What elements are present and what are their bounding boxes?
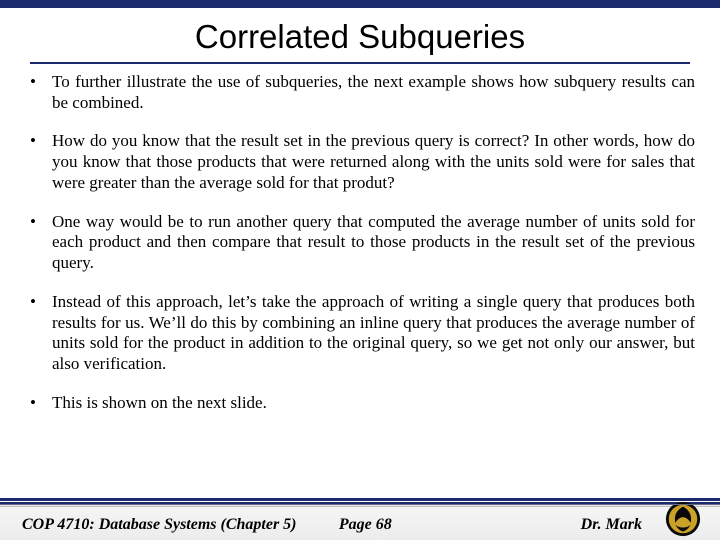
footer-course: COP 4710: Database Systems (Chapter 5) xyxy=(22,516,297,534)
bullet-text: To further illustrate the use of subquer… xyxy=(52,72,695,113)
bullet-item: • One way would be to run another query … xyxy=(30,212,695,274)
bullet-text: This is shown on the next slide. xyxy=(52,393,695,414)
bullet-item: • How do you know that the result set in… xyxy=(30,131,695,193)
bullet-item: • Instead of this approach, let’s take t… xyxy=(30,292,695,375)
title-underline xyxy=(30,62,690,64)
bullet-marker: • xyxy=(30,131,52,193)
footer-page: Page 68 xyxy=(339,516,392,534)
top-accent-bar xyxy=(0,0,720,8)
slide: Correlated Subqueries • To further illus… xyxy=(0,0,720,540)
bullet-item: • This is shown on the next slide. xyxy=(30,393,695,414)
bullet-text: How do you know that the result set in t… xyxy=(52,131,695,193)
bullet-marker: • xyxy=(30,212,52,274)
footer-inner: COP 4710: Database Systems (Chapter 5) P… xyxy=(0,506,720,540)
bullet-text: Instead of this approach, let’s take the… xyxy=(52,292,695,375)
ucf-pegasus-logo-icon xyxy=(664,500,702,538)
footer-author: Dr. Mark xyxy=(581,516,642,534)
bullet-item: • To further illustrate the use of subqu… xyxy=(30,72,695,113)
footer: COP 4710: Database Systems (Chapter 5) P… xyxy=(0,498,720,540)
slide-title: Correlated Subqueries xyxy=(0,18,720,56)
bullet-marker: • xyxy=(30,292,52,375)
bullet-marker: • xyxy=(30,72,52,113)
slide-body: • To further illustrate the use of subqu… xyxy=(30,72,695,490)
bullet-marker: • xyxy=(30,393,52,414)
bullet-text: One way would be to run another query th… xyxy=(52,212,695,274)
